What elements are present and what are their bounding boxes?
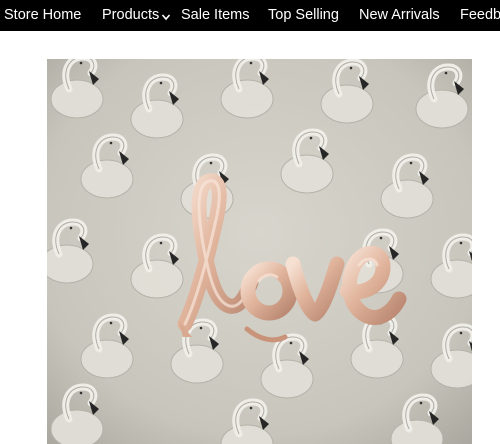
nav-products-label: Products: [102, 7, 160, 23]
store-nav-bar: Store Home Products Sale Items Top Selli…: [0, 0, 500, 31]
product-photo: [47, 59, 472, 444]
nav-new-arrivals[interactable]: New Arrivals: [359, 0, 440, 31]
nav-sale-items-label: Sale Items: [181, 7, 250, 23]
nav-store-home-label: Store Home: [4, 7, 82, 23]
wallpaper-background: [47, 59, 472, 444]
nav-store-home[interactable]: Store Home: [4, 0, 81, 31]
nav-feedback[interactable]: Feedback: [460, 0, 500, 31]
nav-sale-items[interactable]: Sale Items: [181, 0, 250, 31]
nav-feedback-label: Feedback: [460, 7, 500, 23]
chevron-down-icon: [162, 13, 171, 20]
nav-top-selling[interactable]: Top Selling: [268, 0, 339, 31]
nav-top-selling-label: Top Selling: [268, 7, 339, 23]
love-balloon-photo: [47, 59, 472, 444]
nav-new-arrivals-label: New Arrivals: [359, 7, 440, 23]
nav-products[interactable]: Products: [102, 0, 171, 31]
